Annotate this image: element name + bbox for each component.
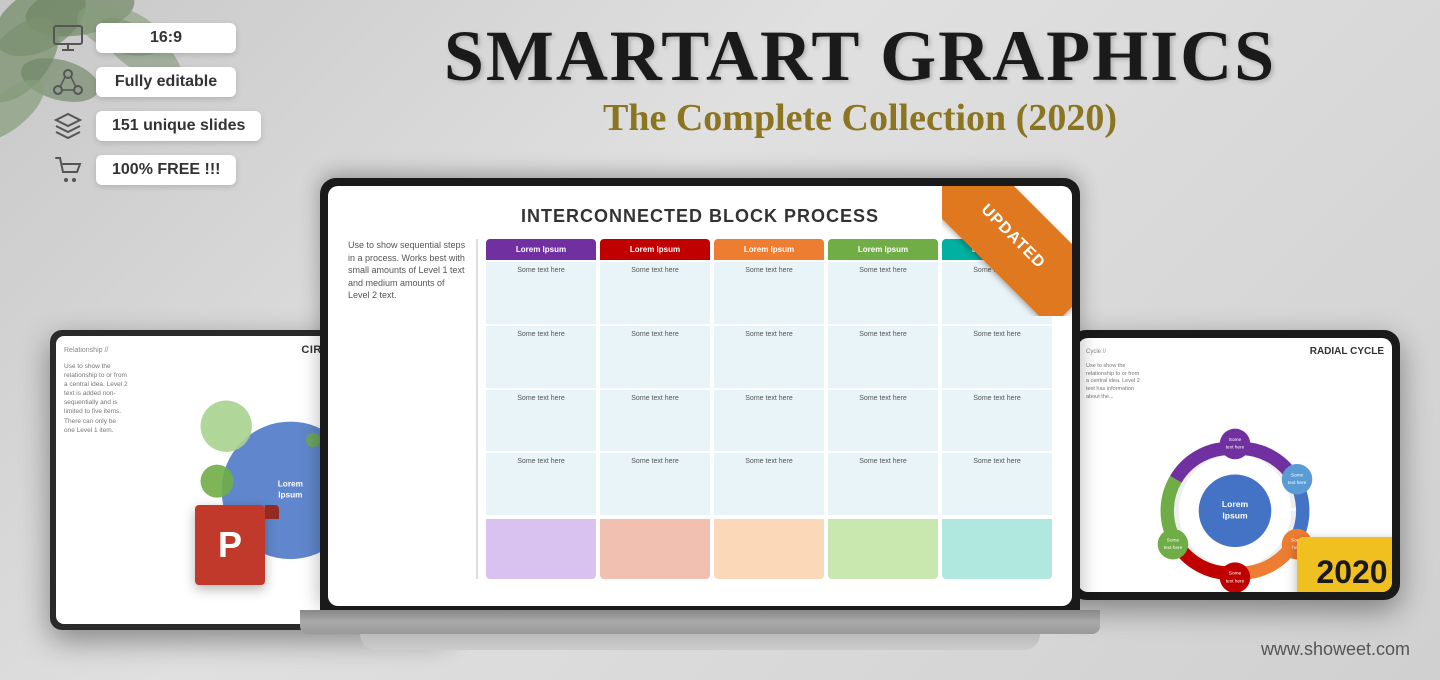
right-slide-header: Cycle // RADIAL CYCLE — [1086, 346, 1384, 357]
ppt-shape: P — [195, 505, 265, 585]
right-device: Cycle // RADIAL CYCLE Use to show the re… — [1070, 330, 1400, 600]
col-4-rows: Some text here Some text here Some text … — [828, 262, 938, 515]
col-4-footer — [828, 519, 938, 579]
free-label: 100% FREE !!! — [96, 155, 236, 185]
cart-icon — [50, 152, 86, 188]
editable-label: Fully editable — [96, 67, 236, 97]
monitor-icon — [50, 20, 86, 56]
svg-text:Some: Some — [1229, 571, 1242, 577]
col-1-footer — [486, 519, 596, 579]
cell: Some text here — [714, 262, 824, 324]
col-1: Lorem Ipsum Some text here Some text her… — [486, 239, 596, 579]
laptop-screen-container: UPDATED INTERCONNECTED BLOCK PROCESS Use… — [320, 178, 1080, 610]
slides-label: 151 unique slides — [96, 111, 261, 141]
col-2-footer — [600, 519, 710, 579]
updated-ribbon: UPDATED — [942, 186, 1072, 316]
cell: Some text here — [714, 326, 824, 388]
sub-title: The Complete Collection (2020) — [310, 96, 1410, 140]
cell: Some text here — [600, 262, 710, 324]
cell: Some text here — [600, 390, 710, 452]
right-subtitle: Cycle // — [1086, 349, 1106, 355]
svg-text:Some: Some — [1291, 473, 1304, 479]
svg-text:text here: text here — [1226, 445, 1245, 451]
svg-text:Ipsum: Ipsum — [1222, 511, 1248, 521]
col-4-header: Lorem Ipsum — [828, 239, 938, 260]
center-laptop: UPDATED INTERCONNECTED BLOCK PROCESS Use… — [320, 178, 1080, 650]
main-title: SmartArt Graphics — [310, 20, 1410, 92]
svg-text:Lorem: Lorem — [278, 480, 303, 489]
left-subtitle: Relationship // — [64, 347, 108, 354]
cell: Some text here — [486, 453, 596, 515]
svg-text:text here: text here — [1288, 480, 1307, 486]
left-description: Use to show the relationship to or from … — [64, 362, 128, 592]
ratio-label: 16:9 — [96, 23, 236, 53]
col-5-footer — [942, 519, 1052, 579]
cell: Some text here — [942, 326, 1052, 388]
badge-free: 100% FREE !!! — [50, 152, 261, 188]
header: SmartArt Graphics The Complete Collectio… — [310, 20, 1410, 140]
svg-text:Some: Some — [1229, 438, 1242, 444]
badge-2020: 2020 — [1297, 537, 1392, 592]
badge-editable: Fully editable — [50, 64, 261, 100]
col-1-rows: Some text here Some text here Some text … — [486, 262, 596, 515]
laptop-screen: UPDATED INTERCONNECTED BLOCK PROCESS Use… — [328, 186, 1072, 606]
col-3-footer — [714, 519, 824, 579]
center-description: Use to show sequential steps in a proces… — [348, 239, 478, 579]
nodes-icon — [50, 64, 86, 100]
ppt-letter: P — [218, 524, 242, 566]
cell: Some text here — [828, 390, 938, 452]
left-badges: 16:9 Fully editable 151 unique slides 10… — [50, 20, 261, 188]
col-3-rows: Some text here Some text here Some text … — [714, 262, 824, 515]
col-1-header: Lorem Ipsum — [486, 239, 596, 260]
cell: Some text here — [828, 326, 938, 388]
svg-text:text here: text here — [1226, 579, 1245, 585]
cell: Some text here — [486, 262, 596, 324]
cell: Some text here — [600, 453, 710, 515]
svg-text:Some: Some — [1167, 538, 1180, 544]
laptop-base — [300, 610, 1100, 634]
right-title: RADIAL CYCLE — [1310, 346, 1384, 357]
col-2-header: Lorem Ipsum — [600, 239, 710, 260]
svg-text:Lorem: Lorem — [1222, 499, 1249, 509]
col-3-header: Lorem Ipsum — [714, 239, 824, 260]
right-description: Use to show the relationship to or from … — [1086, 363, 1141, 401]
cell: Some text here — [486, 390, 596, 452]
ribbon-text: UPDATED — [942, 186, 1072, 316]
layers-icon — [50, 108, 86, 144]
cell: Some text here — [486, 326, 596, 388]
col-4: Lorem Ipsum Some text here Some text her… — [828, 239, 938, 579]
laptop-foot — [360, 634, 1040, 650]
cell: Some text here — [714, 453, 824, 515]
svg-text:text here: text here — [1164, 545, 1183, 551]
cell: Some text here — [942, 390, 1052, 452]
col-2: Lorem Ipsum Some text here Some text her… — [600, 239, 710, 579]
badge-ratio: 16:9 — [50, 20, 261, 56]
svg-text:Ipsum: Ipsum — [279, 491, 303, 500]
col-3: Lorem Ipsum Some text here Some text her… — [714, 239, 824, 579]
right-screen: Cycle // RADIAL CYCLE Use to show the re… — [1078, 338, 1392, 592]
cell: Some text here — [600, 326, 710, 388]
cell: Some text here — [714, 390, 824, 452]
website-url: www.showeet.com — [1261, 639, 1410, 660]
cell: Some text here — [828, 453, 938, 515]
badge-slides: 151 unique slides — [50, 108, 261, 144]
cell: Some text here — [828, 262, 938, 324]
col-2-rows: Some text here Some text here Some text … — [600, 262, 710, 515]
cell: Some text here — [942, 453, 1052, 515]
ppt-icon: P — [195, 505, 265, 585]
